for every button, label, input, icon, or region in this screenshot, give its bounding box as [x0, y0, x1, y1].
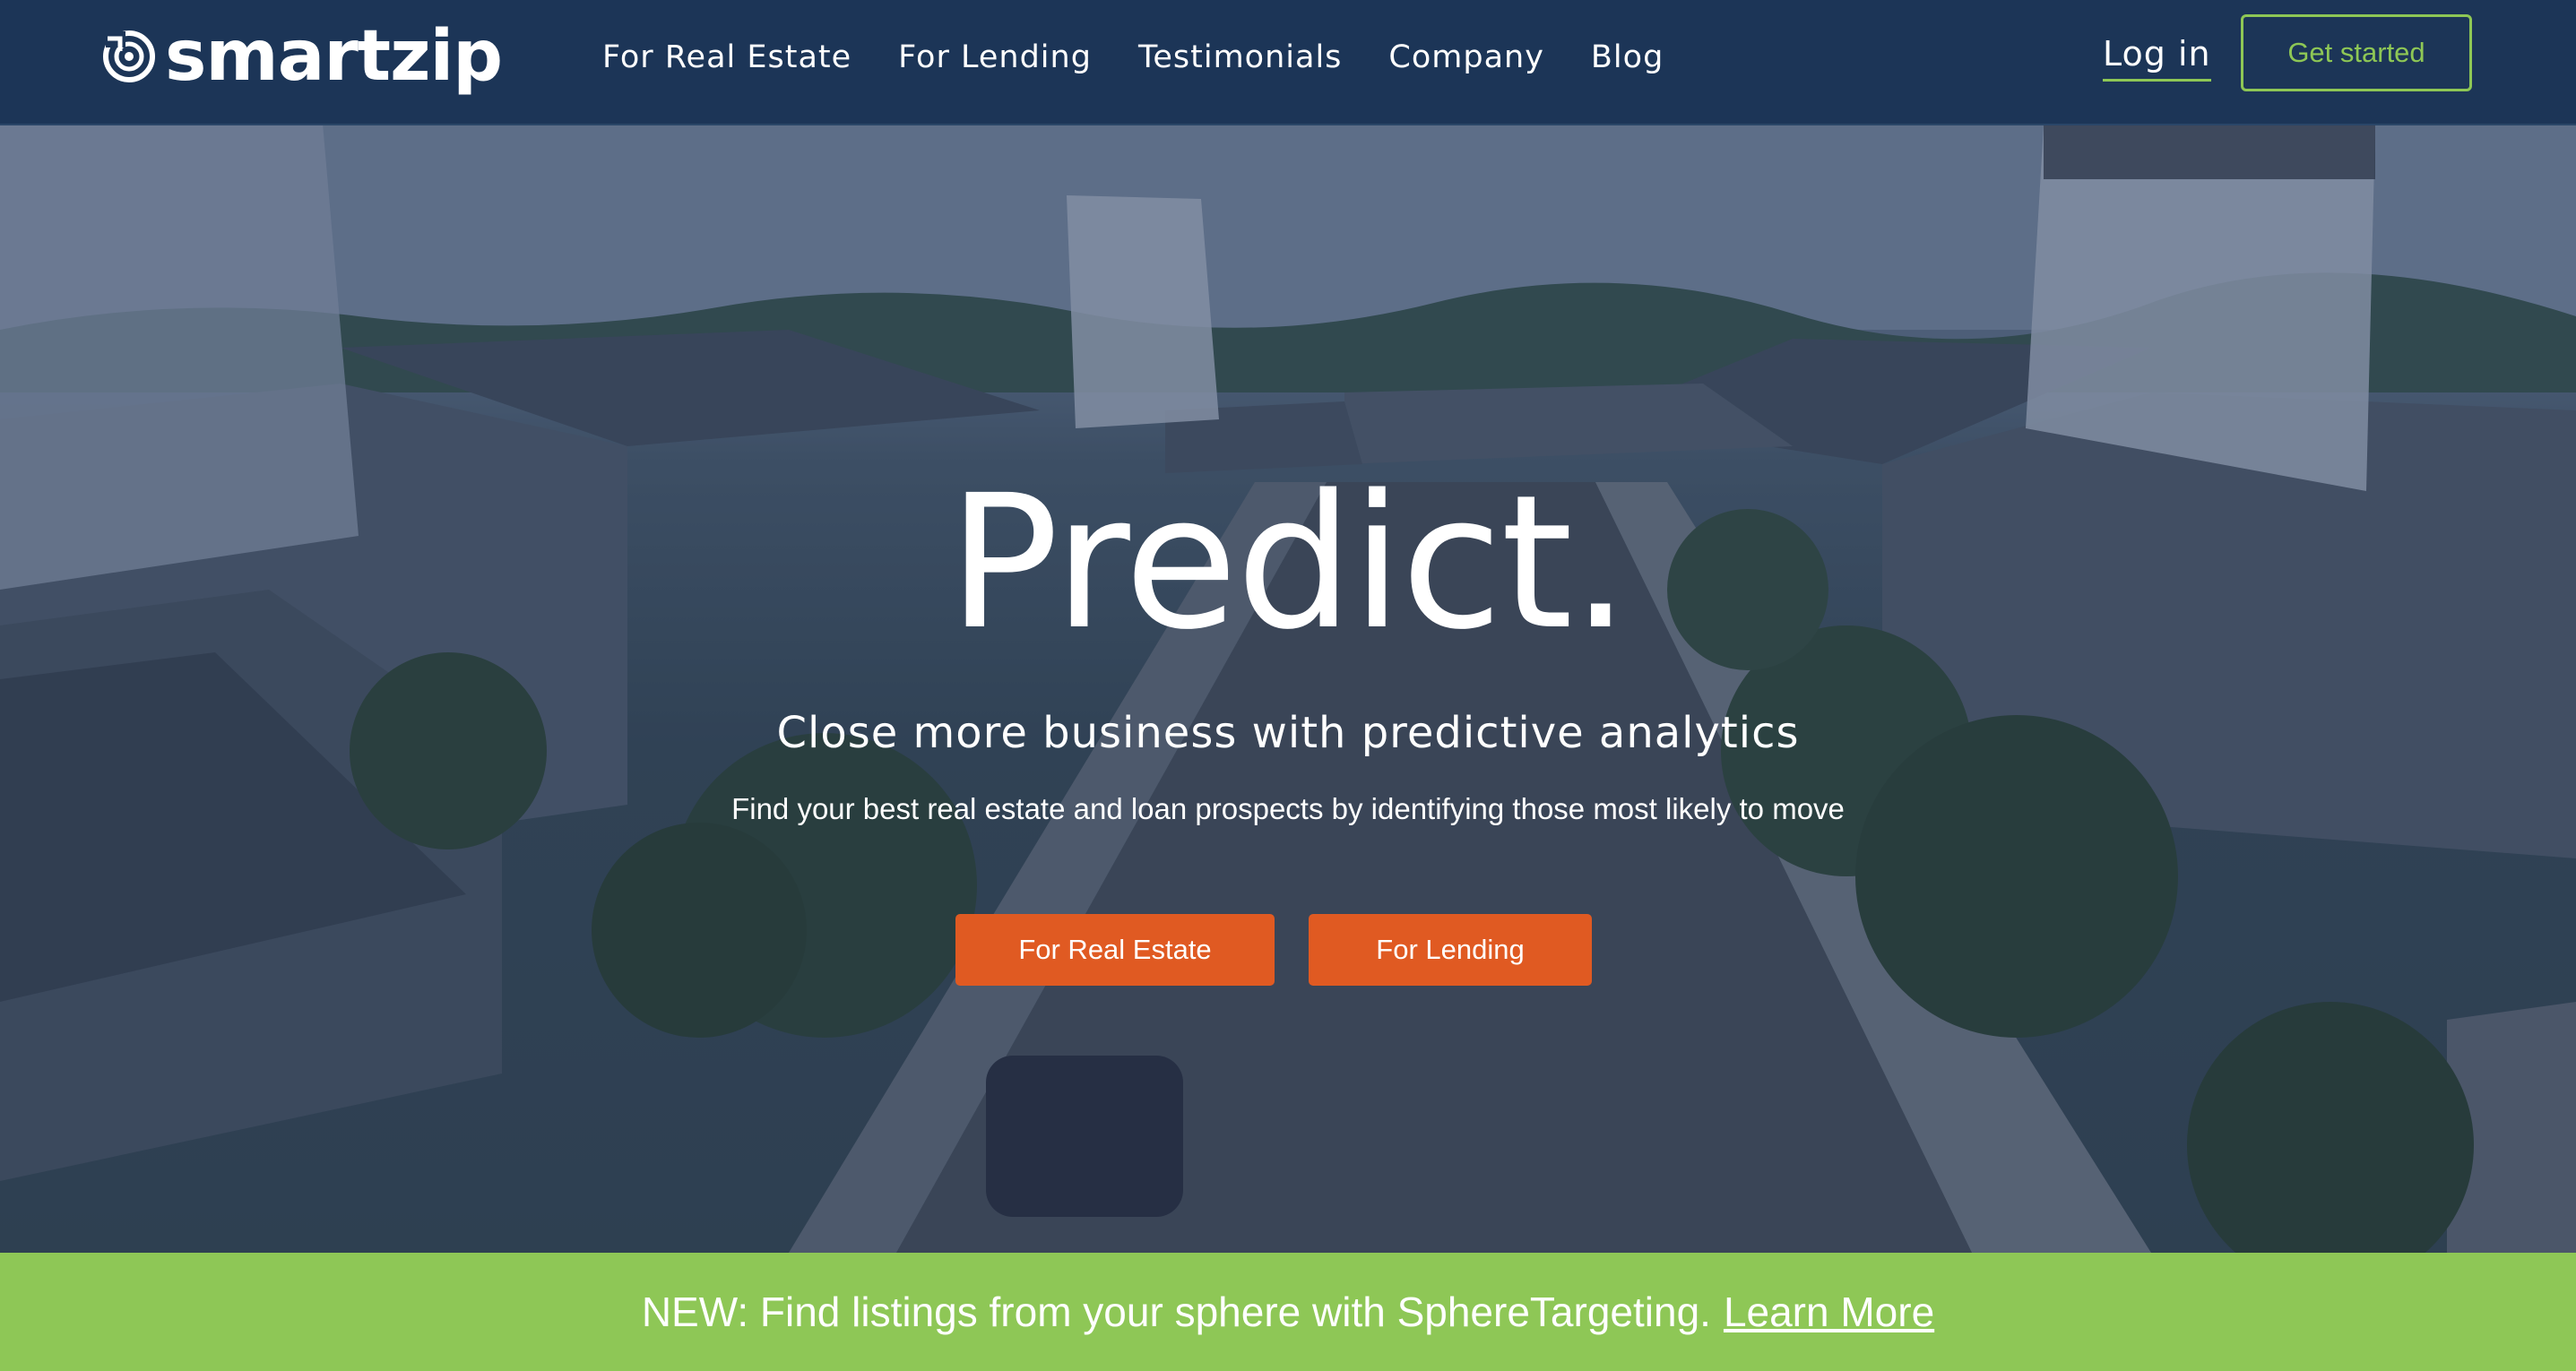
logo-wordmark: smartzip	[165, 16, 503, 97]
hero-section: Predict. Close more business with predic…	[0, 124, 2576, 1253]
hero-content: Predict. Close more business with predic…	[0, 124, 2576, 1253]
cta-lending-button[interactable]: For Lending	[1309, 914, 1592, 986]
nav-link-company[interactable]: Company	[1388, 39, 1544, 75]
get-started-button[interactable]: Get started	[2241, 14, 2472, 91]
hero-headline: Predict.	[947, 455, 1629, 670]
learn-more-link[interactable]: Learn More	[1724, 1288, 1934, 1336]
target-icon	[103, 30, 155, 82]
smartzip-logo[interactable]: smartzip	[100, 16, 503, 97]
nav-link-lending[interactable]: For Lending	[898, 39, 1092, 75]
nav-link-real-estate[interactable]: For Real Estate	[602, 39, 851, 75]
nav-link-testimonials[interactable]: Testimonials	[1138, 39, 1342, 75]
cta-real-estate-button[interactable]: For Real Estate	[955, 914, 1275, 986]
main-nav: For Real Estate For Lending Testimonials…	[602, 34, 1664, 81]
announcement-banner: NEW: Find listings from your sphere with…	[0, 1253, 2576, 1371]
login-link[interactable]: Log in	[2103, 34, 2211, 82]
hero-description: Find your best real estate and loan pros…	[731, 792, 1845, 825]
top-navigation: smartzip For Real Estate For Lending Tes…	[0, 0, 2576, 125]
hero-subhead: Close more business with predictive anal…	[776, 708, 1800, 758]
banner-text: NEW: Find listings from your sphere with…	[641, 1289, 1711, 1335]
nav-link-blog[interactable]: Blog	[1591, 39, 1664, 75]
